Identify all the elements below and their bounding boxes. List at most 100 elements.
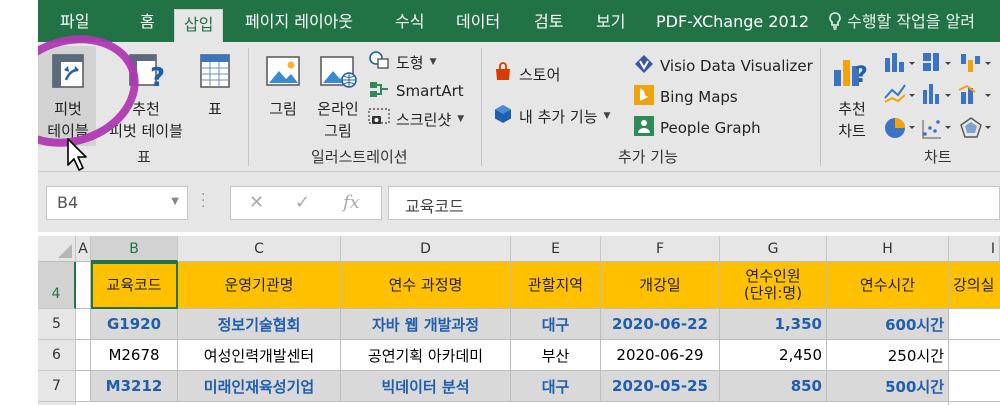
insert-function-button[interactable]: fx xyxy=(343,192,360,213)
table-cell[interactable]: 부산 xyxy=(511,340,601,371)
header-cell-hours[interactable]: 연수시간 xyxy=(827,262,949,309)
table-cell[interactable]: 빅데이터 분석 xyxy=(341,371,511,402)
line-chart-icon[interactable] xyxy=(884,84,915,103)
tell-me-box[interactable]: 수행할 작업을 알려 xyxy=(828,10,975,34)
table-cell[interactable]: 500시간 xyxy=(827,371,949,402)
formula-input[interactable]: 교육코드 xyxy=(388,186,1000,220)
column-header-e[interactable]: E xyxy=(511,236,601,262)
table-cell[interactable]: 2020-06-29 xyxy=(601,340,720,371)
table-cell[interactable]: 정보기술협회 xyxy=(178,309,341,340)
header-cell-course[interactable]: 연수 과정명 xyxy=(341,262,511,309)
table-cell[interactable]: 대구 xyxy=(511,309,601,340)
table-cell[interactable]: 미래인재육성기업 xyxy=(178,371,341,402)
name-box[interactable]: B4 ▼ xyxy=(46,186,188,220)
table-cell[interactable]: M3212 xyxy=(91,371,178,402)
header-cell-start-date[interactable]: 개강일 xyxy=(601,262,720,309)
statistic-chart-icon[interactable] xyxy=(923,84,951,104)
scatter-chart-icon[interactable] xyxy=(922,120,951,139)
formula-bar-resize-handle[interactable]: · · · xyxy=(201,188,205,214)
column-header-d[interactable]: D xyxy=(341,236,511,262)
table-cell[interactable]: M2678 xyxy=(91,340,178,371)
tab-insert[interactable]: 삽입 xyxy=(174,9,224,42)
my-addins-button[interactable]: 내 추가 기능 ▼ xyxy=(493,104,610,128)
ribbon-panel: 피벗 테이블 ? 추천 피벗 테이블 표 표 그림 온라인 그림 도형 ▼ Sm… xyxy=(38,42,1000,172)
table-cell[interactable]: 2,450 xyxy=(720,340,827,371)
visio-visualizer-button[interactable]: Visio Data Visualizer xyxy=(634,54,813,78)
column-header-a[interactable]: A xyxy=(76,236,91,262)
smartart-button[interactable]: SmartArt xyxy=(368,80,464,102)
header-cell-institution[interactable]: 운영기관명 xyxy=(178,262,341,309)
table-cell[interactable] xyxy=(949,309,1000,340)
recommended-charts-icon: ? xyxy=(828,52,876,96)
cancel-icon[interactable]: ✕ xyxy=(249,192,264,213)
select-all-button[interactable] xyxy=(38,236,76,262)
column-header-f[interactable]: F xyxy=(601,236,720,262)
table-cell[interactable]: 여성인력개발센터 xyxy=(178,340,341,371)
tab-file[interactable]: 파일 xyxy=(60,10,89,40)
radar-chart-icon[interactable] xyxy=(960,117,991,138)
tab-page-layout[interactable]: 페이지 레이아웃 xyxy=(245,10,353,40)
tab-data[interactable]: 데이터 xyxy=(456,10,500,40)
table-cell[interactable] xyxy=(949,371,1000,402)
people-graph-button[interactable]: People Graph xyxy=(634,116,761,140)
row-header-5[interactable]: 5 xyxy=(38,309,76,340)
shapes-button[interactable]: 도형 ▼ xyxy=(368,50,437,74)
header-cell-participants[interactable]: 연수인원 (단위:명) xyxy=(720,262,827,309)
illustrations-group-label: 일러스트레이션 xyxy=(311,148,408,166)
online-picture-icon xyxy=(310,52,366,96)
column-header-g[interactable]: G xyxy=(720,236,827,262)
header-cell-region[interactable]: 관할지역 xyxy=(511,262,601,309)
header-cell-education-code[interactable]: 교육코드 xyxy=(91,262,178,309)
table-cell[interactable]: 자바 웹 개발과정 xyxy=(341,309,511,340)
table-cell[interactable]: 2020-05-25 xyxy=(601,371,720,402)
table-cell[interactable]: 2020-06-22 xyxy=(601,309,720,340)
column-header-c[interactable]: C xyxy=(178,236,341,262)
recommended-charts-button[interactable]: ? 추천 차트 xyxy=(828,52,876,142)
online-picture-button[interactable]: 온라인 그림 xyxy=(310,52,366,142)
cell-a6[interactable] xyxy=(76,340,91,371)
tab-home[interactable]: 홈 xyxy=(140,10,155,40)
bing-icon xyxy=(634,85,654,109)
tab-review[interactable]: 검토 xyxy=(534,10,563,40)
pivot-table-button[interactable]: 피벗 테이블 xyxy=(42,52,94,142)
table-cell[interactable]: 600시간 xyxy=(827,309,949,340)
pie-chart-icon[interactable] xyxy=(885,118,915,138)
table-cell[interactable]: 850 xyxy=(720,371,827,402)
combo-chart-icon[interactable] xyxy=(958,84,991,104)
confirm-icon[interactable]: ✓ xyxy=(295,192,310,213)
waterfall-chart-icon[interactable] xyxy=(961,54,991,72)
store-button[interactable]: 스토어 xyxy=(493,62,560,86)
table-cell[interactable]: 1,350 xyxy=(720,309,827,340)
column-header-i[interactable]: I xyxy=(949,236,1000,262)
row-header-7[interactable]: 7 xyxy=(38,371,76,402)
shapes-icon xyxy=(368,50,390,74)
name-box-value: B4 xyxy=(57,193,79,212)
table-cell[interactable]: 대구 xyxy=(511,371,601,402)
hierarchy-chart-icon[interactable] xyxy=(923,53,951,71)
column-header-b[interactable]: B xyxy=(91,236,178,262)
table-cell[interactable]: 공연기획 아카데미 xyxy=(341,340,511,371)
column-chart-icon[interactable] xyxy=(885,53,915,72)
chevron-down-icon: ▼ xyxy=(603,111,611,121)
row-header-4[interactable]: 4 xyxy=(38,262,76,309)
table-cell[interactable] xyxy=(949,340,1000,371)
tab-pdf-xchange[interactable]: PDF-XChange 2012 xyxy=(656,10,809,40)
bing-maps-button[interactable]: Bing Maps xyxy=(634,85,738,109)
cell-a7[interactable] xyxy=(76,371,91,402)
recommended-pivot-button[interactable]: ? 추천 피벗 테이블 xyxy=(98,52,194,142)
table-cell[interactable]: G1920 xyxy=(91,309,178,340)
tab-view[interactable]: 보기 xyxy=(596,10,625,40)
table-cell[interactable]: 250시간 xyxy=(827,340,949,371)
cell-a4[interactable] xyxy=(76,262,91,309)
column-header-h[interactable]: H xyxy=(827,236,949,262)
chevron-down-icon[interactable]: ▼ xyxy=(171,196,179,207)
visio-icon xyxy=(634,54,654,78)
picture-button[interactable]: 그림 xyxy=(260,52,306,120)
table-button[interactable]: 표 xyxy=(196,52,234,120)
formula-buttons: ✕ ✓ fx xyxy=(230,186,382,220)
screenshot-button[interactable]: 스크린샷 ▼ xyxy=(368,108,464,130)
cell-a5[interactable] xyxy=(76,309,91,340)
tab-formulas[interactable]: 수식 xyxy=(395,10,424,40)
header-cell-classroom[interactable]: 강의실 xyxy=(949,262,1000,309)
row-header-6[interactable]: 6 xyxy=(38,340,76,371)
